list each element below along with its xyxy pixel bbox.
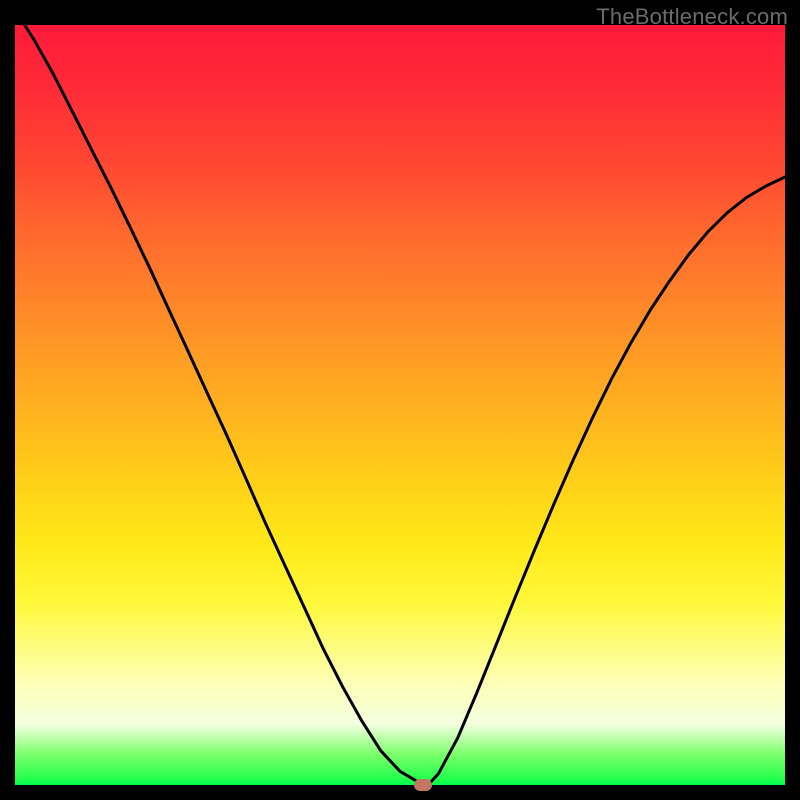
optimal-point-marker (414, 779, 432, 791)
bottleneck-curve (15, 25, 785, 785)
plot-area (15, 25, 785, 785)
chart-frame: TheBottleneck.com (0, 0, 800, 800)
curve-path (15, 25, 785, 785)
